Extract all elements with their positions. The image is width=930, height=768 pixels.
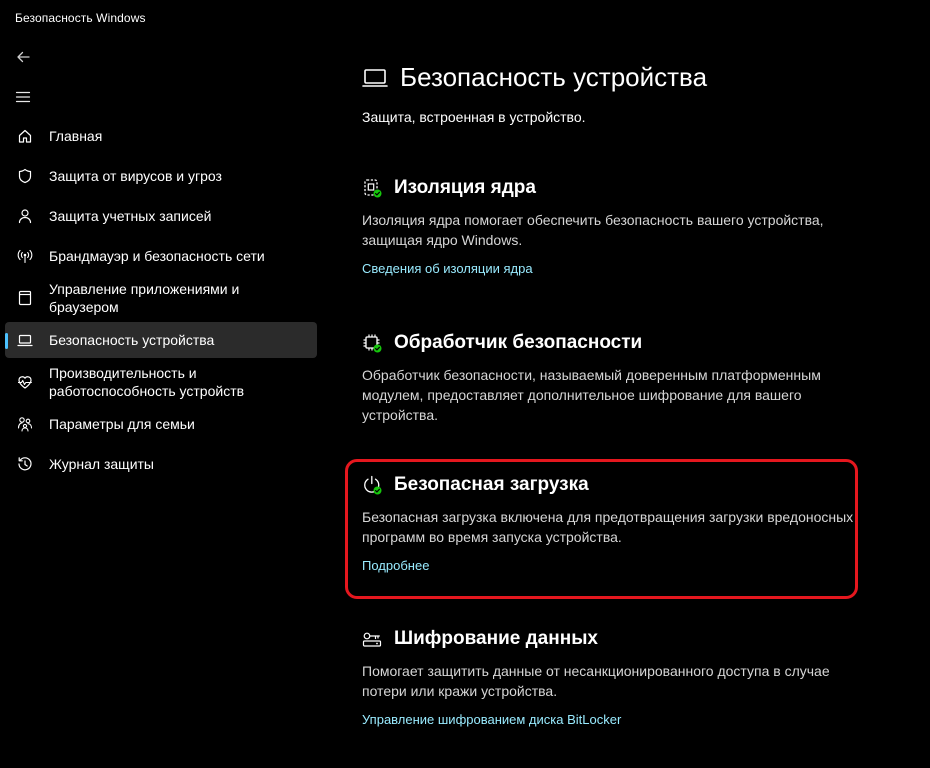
sidebar-item-label: Производительность и работоспособность у… [49, 365, 245, 399]
sidebar-item-home[interactable]: Главная [5, 118, 317, 154]
section-description: Обработчик безопасности, называемый дове… [362, 367, 821, 423]
sidebar-item-label: Защита учетных записей [49, 208, 212, 224]
core-isolation-details-link[interactable]: Сведения об изоляции ядра [362, 260, 533, 278]
page-title: Безопасность устройства [400, 62, 708, 92]
section-title: Безопасная загрузка [394, 474, 589, 495]
secure-boot-section: Безопасная загрузка Безопасная загрузка … [362, 472, 862, 575]
nav-list: Главная Защита от вирусов и угроз Защита… [5, 118, 317, 486]
sidebar-item-label: Брандмауэр и безопасность сети [49, 248, 265, 264]
history-icon [17, 456, 33, 472]
shield-icon [17, 168, 33, 184]
core-isolation-section: Изоляция ядра Изоляция ядра помогает обе… [362, 175, 862, 278]
key-drive-icon [362, 629, 382, 649]
heart-pulse-icon [17, 374, 33, 390]
section-description: Безопасная загрузка включена для предотв… [362, 509, 854, 545]
sidebar-item-label: Журнал защиты [49, 456, 154, 472]
wireless-antenna-icon [17, 248, 33, 264]
chip-icon [362, 333, 382, 353]
sidebar-item-label: Защита от вирусов и угроз [49, 168, 222, 184]
security-processor-section: Обработчик безопасности Обработчик безоп… [362, 330, 862, 425]
section-description: Помогает защитить данные от несанкционир… [362, 663, 830, 699]
sidebar-item-family-options[interactable]: Параметры для семьи [5, 406, 317, 442]
app-title: Безопасность Windows [15, 11, 146, 25]
power-check-icon [362, 475, 382, 495]
back-arrow-icon [17, 51, 30, 63]
sidebar-item-firewall[interactable]: Брандмауэр и безопасность сети [5, 238, 317, 274]
section-title: Шифрование данных [394, 628, 598, 649]
main-content: Безопасность устройства Защита, встроенн… [340, 36, 930, 768]
page-header: Безопасность устройства [362, 62, 707, 92]
sidebar-item-device-performance[interactable]: Производительность и работоспособность у… [5, 362, 317, 402]
section-description: Изоляция ядра помогает обеспечить безопа… [362, 212, 824, 248]
page-subtitle: Защита, встроенная в устройство. [362, 109, 586, 125]
sidebar-item-label: Безопасность устройства [49, 332, 215, 348]
sidebar-item-label: Параметры для семьи [49, 416, 195, 432]
data-encryption-section: Шифрование данных Помогает защитить данн… [362, 626, 862, 729]
sidebar-item-app-browser-control[interactable]: Управление приложениями и браузером [5, 278, 317, 318]
core-isolation-icon [362, 178, 382, 198]
hamburger-menu-icon [15, 91, 31, 103]
app-browser-icon [17, 290, 33, 306]
bitlocker-management-link[interactable]: Управление шифрованием диска BitLocker [362, 711, 621, 729]
title-bar: Безопасность Windows [0, 0, 930, 36]
secure-boot-learn-more-link[interactable]: Подробнее [362, 557, 429, 575]
home-icon [17, 128, 33, 144]
section-title: Обработчик безопасности [394, 332, 643, 353]
sidebar-item-label: Главная [49, 128, 103, 144]
sidebar-item-label: Управление приложениями и браузером [49, 281, 240, 315]
menu-button[interactable] [5, 79, 41, 115]
family-icon [17, 416, 33, 432]
laptop-icon [17, 332, 33, 348]
back-button[interactable] [5, 39, 41, 75]
sidebar-item-protection-history[interactable]: Журнал защиты [5, 446, 317, 482]
windows-security-window: Безопасность Windows Главная Защита от в… [0, 0, 930, 768]
sidebar-item-virus-protection[interactable]: Защита от вирусов и угроз [5, 158, 317, 194]
person-icon [17, 208, 33, 224]
sidebar-item-device-security[interactable]: Безопасность устройства [5, 322, 317, 358]
sidebar-item-account-protection[interactable]: Защита учетных записей [5, 198, 317, 234]
laptop-icon [362, 69, 388, 87]
section-title: Изоляция ядра [394, 177, 536, 198]
sidebar: Главная Защита от вирусов и угроз Защита… [0, 36, 324, 768]
